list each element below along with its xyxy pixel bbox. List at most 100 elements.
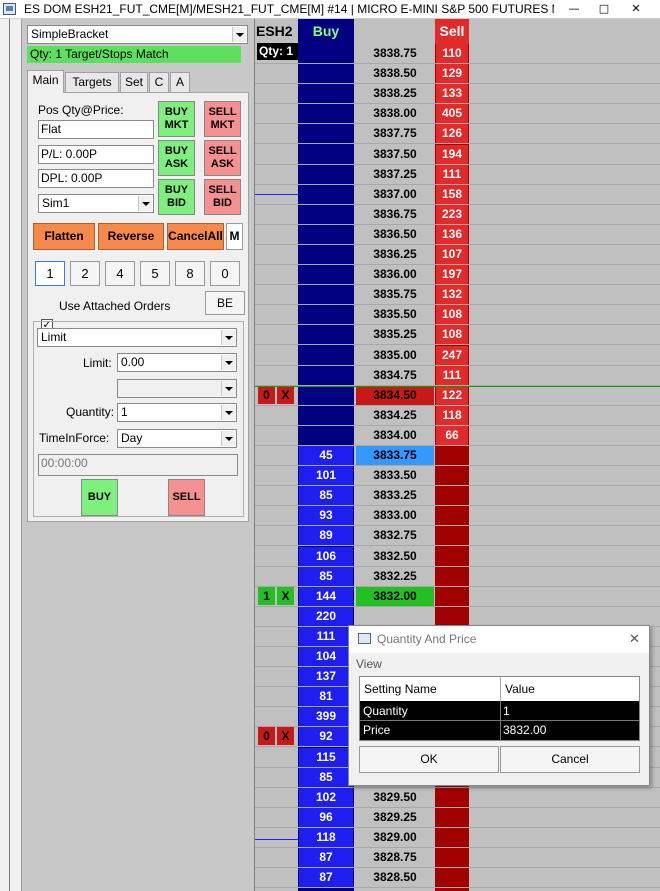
ask-size-cell[interactable]: 132 bbox=[436, 285, 468, 304]
ladder-row[interactable]: 85 3832.25 bbox=[255, 567, 660, 587]
bid-size-cell[interactable]: 115 bbox=[299, 748, 353, 767]
ladder-row[interactable]: 102 3829.50 bbox=[255, 788, 660, 808]
ask-size-cell[interactable]: 126 bbox=[436, 124, 468, 143]
price-cell[interactable]: 3837.00 bbox=[356, 185, 434, 204]
limit-price-input[interactable]: 0.00 bbox=[117, 353, 237, 372]
ladder-row[interactable]: 3834.25 118 bbox=[255, 406, 660, 426]
ladder-row[interactable]: 3836.25 107 bbox=[255, 245, 660, 265]
ladder-row[interactable]: 3837.00 158 bbox=[255, 185, 660, 205]
be-button[interactable]: BE bbox=[205, 291, 245, 315]
price-cell[interactable]: 3832.75 bbox=[356, 526, 434, 545]
sell-bid-button[interactable]: SELL BID bbox=[204, 179, 241, 215]
working-order-tag[interactable]: 0X bbox=[258, 386, 298, 404]
price-cell[interactable]: 3836.25 bbox=[356, 245, 434, 264]
chevron-down-icon[interactable] bbox=[221, 330, 235, 345]
ask-size-cell[interactable]: 108 bbox=[436, 325, 468, 344]
bid-size-cell[interactable]: 101 bbox=[299, 466, 353, 485]
ask-size-cell[interactable]: 405 bbox=[436, 104, 468, 123]
price-cell[interactable]: 3836.75 bbox=[356, 205, 434, 224]
ladder-row[interactable]: 3834.00 66 bbox=[255, 426, 660, 446]
tab-a[interactable]: A bbox=[170, 72, 190, 92]
price-cell[interactable]: 3834.50 bbox=[356, 386, 434, 405]
grid-row-value[interactable]: 3832.00 bbox=[503, 721, 546, 739]
ask-size-cell[interactable]: 118 bbox=[436, 406, 468, 425]
ladder-row[interactable]: 3836.75 223 bbox=[255, 205, 660, 225]
ask-size-cell[interactable]: 107 bbox=[436, 245, 468, 264]
grid-row-value[interactable]: 1 bbox=[503, 702, 510, 720]
minimize-button[interactable]: — bbox=[563, 1, 585, 17]
buy-button[interactable]: BUY bbox=[81, 479, 118, 516]
price-cell[interactable]: 3832.00 bbox=[356, 587, 434, 606]
ladder-row[interactable]: 45 3833.75 bbox=[255, 446, 660, 466]
price-cell[interactable]: 3835.25 bbox=[356, 325, 434, 344]
ladder-row[interactable]: 87 3828.75 bbox=[255, 848, 660, 868]
dialog-close-icon[interactable]: ✕ bbox=[629, 631, 640, 647]
reverse-button[interactable]: Reverse bbox=[98, 223, 164, 250]
bid-size-cell[interactable]: 85 bbox=[299, 768, 353, 787]
price-cell[interactable]: 3838.25 bbox=[356, 84, 434, 103]
ask-size-cell[interactable]: 247 bbox=[436, 346, 468, 365]
price-cell[interactable]: 3832.50 bbox=[356, 547, 434, 566]
ask-size-cell[interactable]: 111 bbox=[436, 165, 468, 184]
ladder-row[interactable]: 3838.50 129 bbox=[255, 64, 660, 84]
price-cell[interactable]: 3828.75 bbox=[356, 848, 434, 867]
bid-size-cell[interactable]: 85 bbox=[299, 567, 353, 586]
ladder-row[interactable]: 3837.50 194 bbox=[255, 145, 660, 165]
ladder-row[interactable]: 3835.50 108 bbox=[255, 305, 660, 325]
cancel-order-icon[interactable]: X bbox=[277, 727, 294, 745]
bid-size-cell[interactable]: 89 bbox=[299, 526, 353, 545]
qty-preset-2[interactable]: 2 bbox=[70, 261, 100, 286]
bid-size-cell[interactable]: 92 bbox=[299, 727, 353, 746]
price-cell[interactable]: 3828.50 bbox=[356, 868, 434, 887]
price-cell[interactable]: 3834.25 bbox=[356, 406, 434, 425]
price-cell[interactable]: 3835.75 bbox=[356, 285, 434, 304]
bid-size-cell[interactable]: 118 bbox=[299, 828, 353, 847]
price-cell[interactable]: 3832.25 bbox=[356, 567, 434, 586]
ladder-row[interactable]: 3838.00 405 bbox=[255, 104, 660, 124]
maximize-button[interactable]: □ bbox=[593, 1, 615, 17]
tif-select[interactable]: Day bbox=[117, 429, 237, 448]
bid-size-cell[interactable]: 87 bbox=[299, 868, 353, 887]
price-cell[interactable]: 3829.50 bbox=[356, 788, 434, 807]
cancel-all-button[interactable]: CancelAll bbox=[167, 223, 224, 250]
ladder-row[interactable]: 3834.50 122 0 X bbox=[255, 386, 660, 406]
chevron-down-icon[interactable] bbox=[232, 27, 246, 42]
ladder-row[interactable]: 87 3828.50 bbox=[255, 868, 660, 888]
bid-size-cell[interactable]: 96 bbox=[299, 808, 353, 827]
m-button[interactable]: M bbox=[226, 223, 243, 250]
tab-c[interactable]: C bbox=[149, 72, 169, 92]
ladder-row[interactable]: 3837.25 111 bbox=[255, 165, 660, 185]
bid-size-cell[interactable]: 104 bbox=[299, 647, 353, 666]
chevron-down-icon[interactable] bbox=[221, 431, 235, 446]
price-cell[interactable]: 3836.00 bbox=[356, 265, 434, 284]
qty-preset-5[interactable]: 5 bbox=[140, 261, 170, 286]
price-cell[interactable]: 3834.75 bbox=[356, 366, 434, 385]
close-button[interactable]: ✕ bbox=[625, 1, 647, 17]
ask-size-cell[interactable]: 111 bbox=[436, 366, 468, 385]
ask-size-cell[interactable]: 129 bbox=[436, 64, 468, 83]
bid-size-cell[interactable]: 137 bbox=[299, 667, 353, 686]
tab-set[interactable]: Set bbox=[120, 72, 148, 92]
chevron-down-icon[interactable] bbox=[138, 196, 152, 211]
price-cell[interactable]: 3835.50 bbox=[356, 305, 434, 324]
price-cell[interactable]: 3833.50 bbox=[356, 466, 434, 485]
ladder-row[interactable]: 3837.75 126 bbox=[255, 124, 660, 144]
price-cell[interactable]: 3833.00 bbox=[356, 506, 434, 525]
order-type-select[interactable]: Limit bbox=[37, 328, 237, 347]
ask-size-cell[interactable]: 194 bbox=[436, 145, 468, 164]
ladder-row[interactable]: 85 3833.25 bbox=[255, 486, 660, 506]
ask-size-cell[interactable]: 158 bbox=[436, 185, 468, 204]
working-order-tag[interactable]: 0X bbox=[258, 727, 298, 745]
buy-ask-button[interactable]: BUY ASK bbox=[158, 140, 195, 176]
price-cell[interactable]: 3835.00 bbox=[356, 346, 434, 365]
ladder-row[interactable]: 89 3832.75 bbox=[255, 526, 660, 546]
ladder-row[interactable]: 3838.75 110 bbox=[255, 44, 660, 64]
buy-bid-button[interactable]: BUY BID bbox=[158, 179, 195, 215]
ask-size-cell[interactable]: 197 bbox=[436, 265, 468, 284]
price-cell[interactable]: 3837.75 bbox=[356, 124, 434, 143]
price-cell[interactable]: 3829.25 bbox=[356, 808, 434, 827]
price-cell[interactable]: 3833.75 bbox=[356, 446, 434, 465]
ok-button[interactable]: OK bbox=[359, 746, 499, 773]
price-cell[interactable]: 3838.75 bbox=[356, 44, 434, 63]
price-cell[interactable]: 3837.50 bbox=[356, 145, 434, 164]
